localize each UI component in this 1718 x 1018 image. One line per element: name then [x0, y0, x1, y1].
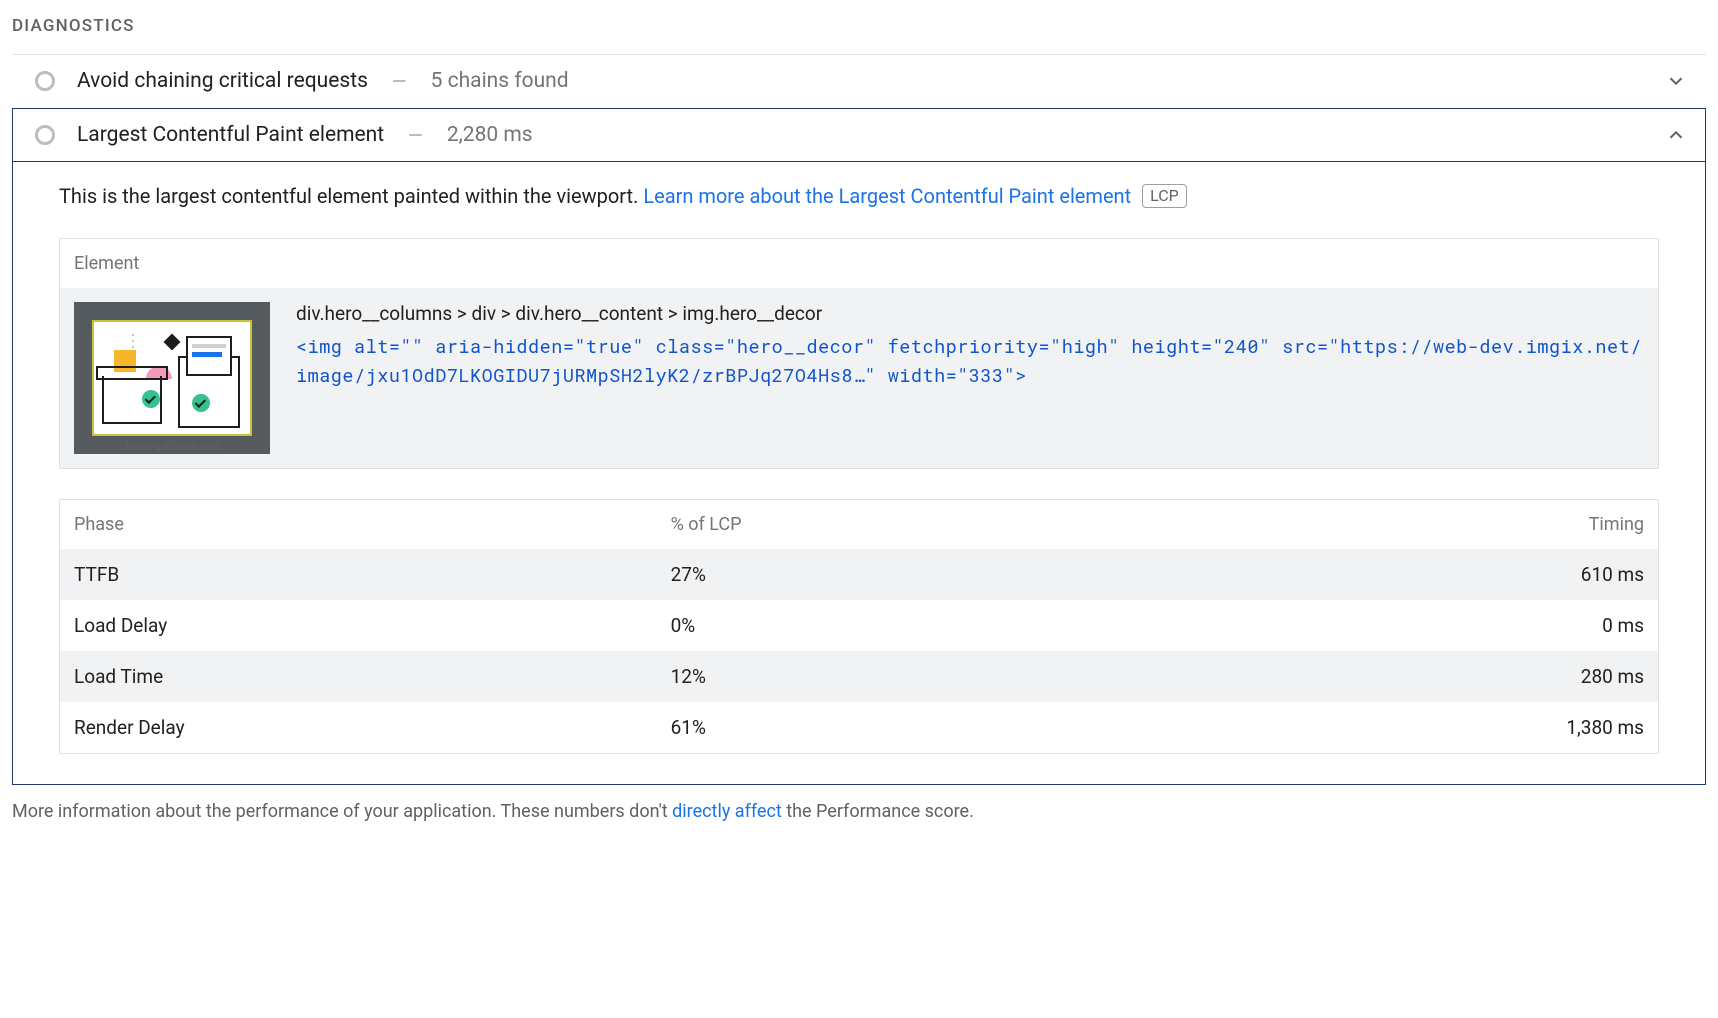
element-html-snippet: <img alt="" aria-hidden="true" class="he…	[296, 333, 1644, 390]
lcp-badge: LCP	[1142, 184, 1187, 208]
element-table-header: Element	[60, 239, 1658, 288]
cell-percent: 12%	[671, 665, 1268, 688]
audit-meta: 5 chains found	[431, 69, 569, 93]
cell-percent: 0%	[671, 614, 1268, 637]
audit-critical-chains-toggle[interactable]: Avoid chaining critical requests — 5 cha…	[13, 55, 1705, 107]
cell-timing: 280 ms	[1267, 665, 1644, 688]
table-row: Load Delay 0% 0 ms	[60, 600, 1658, 651]
col-timing: Timing	[1267, 514, 1644, 535]
diagnostics-footer-note: More information about the performance o…	[12, 801, 1706, 822]
chevron-up-icon	[1665, 124, 1687, 146]
cell-phase: Load Time	[74, 665, 671, 688]
audit-title: Avoid chaining critical requests	[77, 69, 368, 93]
separator: —	[408, 124, 423, 147]
cell-phase: Render Delay	[74, 716, 671, 739]
cell-percent: 61%	[671, 716, 1268, 739]
cell-percent: 27%	[671, 563, 1268, 586]
diagnostics-section-title: DIAGNOSTICS	[12, 16, 1706, 36]
col-percent: % of LCP	[671, 514, 1268, 535]
table-row: TTFB 27% 610 ms	[60, 549, 1658, 600]
table-row: Render Delay 61% 1,380 ms	[60, 702, 1658, 753]
description-text: This is the largest contentful element p…	[59, 184, 643, 208]
thumbnail-caption: Building a better web	[74, 441, 270, 452]
cell-timing: 610 ms	[1267, 563, 1644, 586]
audit-lcp-toggle[interactable]: Largest Contentful Paint element — 2,280…	[13, 109, 1705, 162]
info-dot-icon	[35, 125, 55, 145]
footer-link[interactable]: directly affect	[672, 801, 782, 822]
footer-text-suffix: the Performance score.	[782, 801, 974, 822]
lcp-element-row: Building a better web div.hero__columns …	[60, 288, 1658, 468]
table-header-row: Phase % of LCP Timing	[60, 500, 1658, 549]
cell-phase: TTFB	[74, 563, 671, 586]
footer-text-prefix: More information about the performance o…	[12, 801, 672, 822]
audit-critical-chains: Avoid chaining critical requests — 5 cha…	[12, 54, 1706, 108]
audit-meta: 2,280 ms	[447, 123, 533, 147]
audit-lcp: Largest Contentful Paint element — 2,280…	[12, 108, 1706, 785]
lcp-element-card: Element B	[59, 238, 1659, 469]
audit-lcp-body: This is the largest contentful element p…	[13, 162, 1705, 784]
cell-timing: 0 ms	[1267, 614, 1644, 637]
learn-more-link[interactable]: Learn more about the Largest Contentful …	[643, 184, 1131, 208]
separator: —	[392, 70, 407, 93]
audit-title: Largest Contentful Paint element	[77, 123, 384, 147]
audit-description: This is the largest contentful element p…	[59, 184, 1659, 208]
table-row: Load Time 12% 280 ms	[60, 651, 1658, 702]
element-selector-path: div.hero__columns > div > div.hero__cont…	[296, 302, 1644, 325]
info-dot-icon	[35, 71, 55, 91]
lcp-phase-table: Phase % of LCP Timing TTFB 27% 610 ms Lo…	[59, 499, 1659, 754]
chevron-down-icon	[1665, 70, 1687, 92]
cell-phase: Load Delay	[74, 614, 671, 637]
element-thumbnail: Building a better web	[74, 302, 270, 454]
cell-timing: 1,380 ms	[1267, 716, 1644, 739]
col-phase: Phase	[74, 514, 671, 535]
